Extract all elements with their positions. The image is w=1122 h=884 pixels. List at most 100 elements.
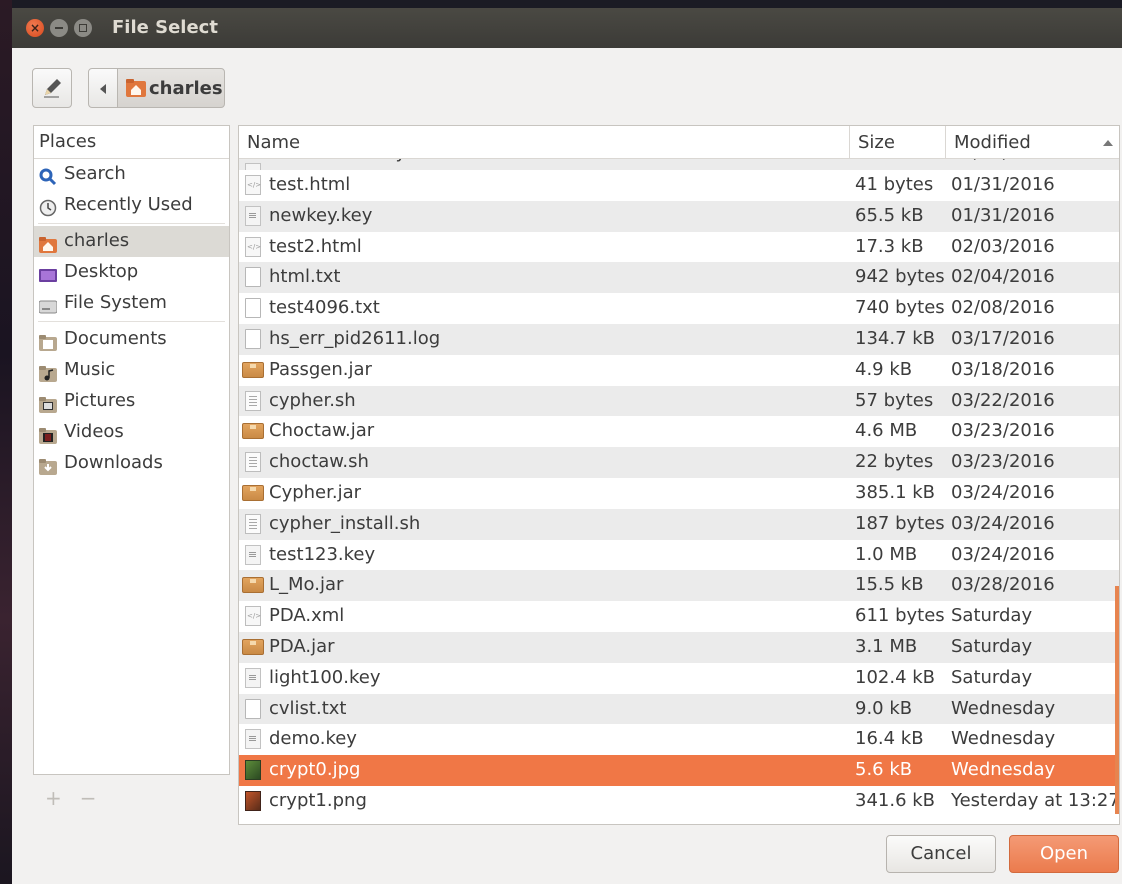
file-row[interactable]: PDA.jar 3.1 MB Saturday (239, 631, 1119, 663)
key-file-icon (245, 544, 261, 565)
doc-file-icon (245, 298, 261, 319)
maximize-window-button[interactable] (74, 19, 92, 37)
file-name: PDA.jar (269, 635, 335, 657)
key-file-icon (245, 163, 261, 170)
file-row[interactable]: Choctaw.jar 4.6 MB 03/23/2016 (239, 416, 1119, 447)
sidebar-item-recently-used[interactable]: Recently Used (34, 190, 229, 221)
sidebar-item-search[interactable]: Search (34, 159, 229, 190)
file-size: 4.6 MB (855, 420, 918, 442)
file-modified: 01/31/2016 (951, 174, 1055, 195)
sidebar-item-charles[interactable]: charles (34, 226, 229, 257)
home-folder-icon (126, 79, 146, 97)
sidebar-item-label: Pictures (64, 390, 136, 411)
pencil-icon (44, 79, 61, 98)
column-modified-header[interactable]: Modified (946, 126, 1119, 158)
file-row[interactable]: test123.key 1.0 MB 03/24/2016 (239, 540, 1119, 571)
path-back-button[interactable] (88, 68, 118, 108)
file-row[interactable]: cypher.sh 57 bytes 03/22/2016 (239, 385, 1119, 417)
jar-file-icon (242, 361, 264, 378)
title-bar[interactable]: × File Select (12, 8, 1122, 48)
file-row[interactable]: Passgen.jar 4.9 kB 03/18/2016 (239, 355, 1119, 386)
file-row[interactable]: test.html 41 bytes 01/31/2016 (239, 170, 1119, 201)
places-separator (38, 223, 225, 224)
file-row[interactable]: newkey.key 65.5 kB 01/31/2016 (239, 200, 1119, 232)
file-size: 187 bytes (855, 512, 945, 534)
sidebar-item-label: Documents (64, 328, 167, 349)
sidebar-item-desktop[interactable]: Desktop (34, 257, 229, 288)
close-window-button[interactable]: × (26, 19, 44, 37)
add-remove-bookmark: +− (45, 786, 115, 810)
file-name: light100.key (269, 666, 381, 688)
sh-file-icon (245, 513, 261, 534)
sidebar-item-label: charles (64, 230, 130, 251)
sidebar-item-file-system[interactable]: File System (34, 288, 229, 319)
sidebar-item-label: Videos (64, 421, 124, 442)
file-row[interactable]: L_Mo.jar 15.5 kB 03/28/2016 (239, 570, 1119, 602)
file-name: newkey.key (269, 204, 373, 226)
file-row[interactable]: crypt0.jpg 5.6 kB Wednesday (239, 755, 1119, 786)
breadcrumb-label: charles (149, 78, 223, 99)
key-file-icon (245, 205, 261, 226)
cancel-button[interactable]: Cancel (886, 835, 996, 873)
html-file-icon (245, 236, 261, 257)
file-list-header: Name Size Modified (239, 126, 1119, 159)
sidebar-item-downloads[interactable]: Downloads (34, 448, 229, 479)
desktop-icon (39, 264, 57, 282)
sidebar-item-documents[interactable]: Documents (34, 324, 229, 355)
file-size: 15.5 kB (855, 574, 924, 596)
window-title: File Select (112, 17, 218, 38)
file-size: 41 bytes (855, 174, 934, 195)
type-location-button[interactable] (32, 68, 72, 108)
file-size: 1.0 MB (855, 543, 918, 565)
file-size: 341.6 kB (855, 789, 936, 811)
pictures-folder-icon (39, 393, 57, 413)
file-row[interactable]: cypher_install.sh 187 bytes 03/24/2016 (239, 508, 1119, 540)
sort-ascending-icon (1103, 140, 1113, 146)
file-size: 102.4 kB (855, 666, 936, 688)
file-row[interactable]: Cypher.jar 385.1 kB 03/24/2016 (239, 478, 1119, 509)
column-modified-label: Modified (954, 132, 1031, 153)
sidebar-item-music[interactable]: Music (34, 355, 229, 386)
sidebar-item-videos[interactable]: Videos (34, 417, 229, 448)
file-rows: hornblower.key16.4 kB01/09/2016test.html… (239, 158, 1119, 817)
sh-file-icon (245, 390, 261, 411)
file-name: PDA.xml (269, 605, 345, 627)
file-size: 22 bytes (855, 451, 934, 473)
file-size: 385.1 kB (855, 481, 936, 503)
file-row[interactable]: hs_err_pid2611.log 134.7 kB 03/17/2016 (239, 323, 1119, 355)
file-name: cvlist.txt (269, 697, 347, 719)
breadcrumb-charles[interactable]: charles (117, 68, 225, 108)
file-modified: Saturday (951, 635, 1033, 657)
file-name: Passgen.jar (269, 358, 372, 380)
file-row[interactable]: test4096.txt 740 bytes 02/08/2016 (239, 293, 1119, 324)
file-row[interactable]: test2.html 17.3 kB 02/03/2016 (239, 232, 1119, 263)
file-list: Name Size Modified hornblower.key16.4 kB… (238, 125, 1120, 825)
sidebar-item-pictures[interactable]: Pictures (34, 386, 229, 417)
places-header: Places (34, 126, 229, 159)
file-row[interactable]: cvlist.txt 9.0 kB Wednesday (239, 693, 1119, 725)
sidebar-item-label: Music (64, 359, 116, 380)
open-button[interactable]: Open (1009, 835, 1119, 873)
search-icon (39, 166, 57, 186)
minimize-window-button[interactable] (50, 19, 68, 37)
column-size-header[interactable]: Size (850, 126, 946, 158)
file-size: 4.9 kB (855, 358, 913, 380)
file-name: cypher.sh (269, 389, 356, 411)
scrollbar[interactable] (1115, 586, 1119, 814)
column-name-header[interactable]: Name (239, 126, 850, 158)
file-row[interactable]: choctaw.sh 22 bytes 03/23/2016 (239, 447, 1119, 478)
file-modified: 02/03/2016 (951, 235, 1055, 257)
file-row[interactable]: hornblower.key16.4 kB01/09/2016 (239, 158, 1119, 170)
sidebar-item-label: Search (64, 163, 126, 184)
file-modified: 03/24/2016 (951, 481, 1055, 503)
downloads-folder-icon (39, 455, 57, 475)
doc-file-icon (245, 267, 261, 288)
file-row[interactable]: html.txt 942 bytes 02/04/2016 (239, 262, 1119, 294)
file-row[interactable]: crypt1.png 341.6 kB Yesterday at 13:27 (239, 786, 1119, 817)
file-row[interactable]: demo.key 16.4 kB Wednesday (239, 724, 1119, 755)
file-row[interactable]: PDA.xml 611 bytes Saturday (239, 601, 1119, 632)
file-row[interactable]: light100.key 102.4 kB Saturday (239, 663, 1119, 694)
desktop-background (0, 0, 12, 884)
file-size: 740 bytes (855, 297, 945, 319)
file-size: 16.4 kB (855, 728, 924, 750)
